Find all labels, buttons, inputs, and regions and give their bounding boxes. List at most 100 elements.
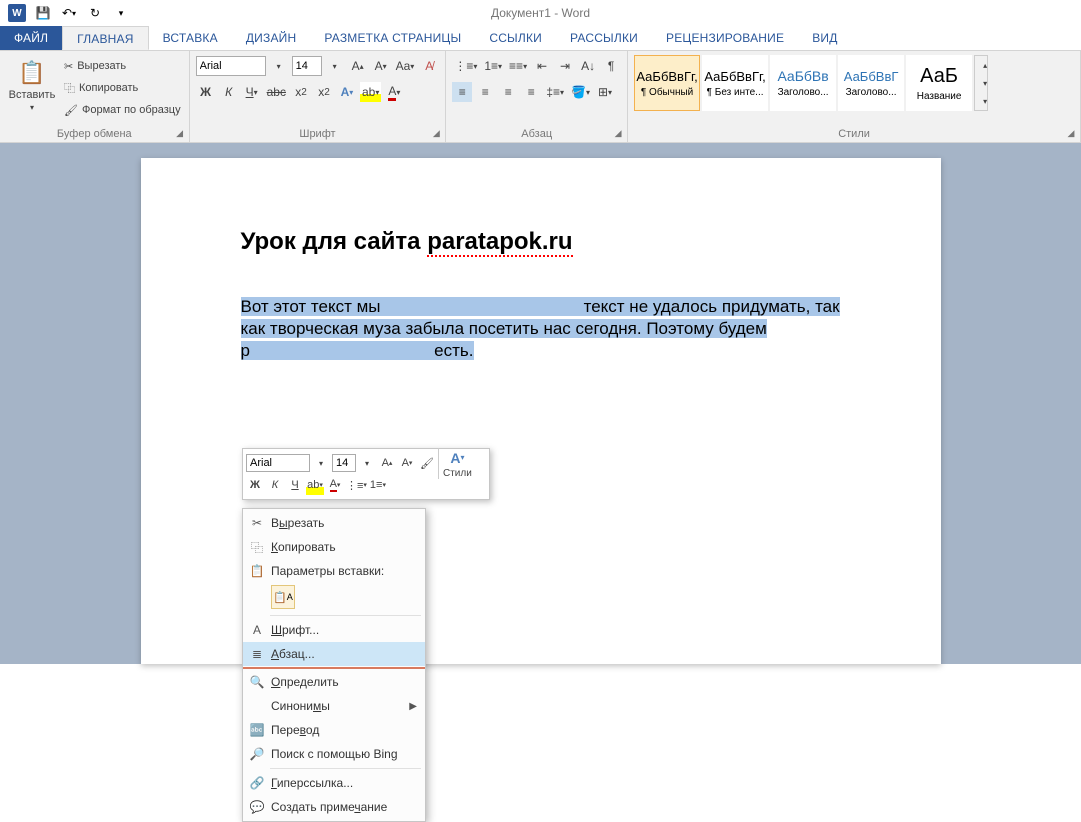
mini-shrink-font[interactable]: A▾ bbox=[398, 453, 416, 473]
tab-view[interactable]: ВИД bbox=[798, 26, 851, 50]
shrink-font-button[interactable]: A▾ bbox=[371, 56, 391, 76]
group-clipboard-label: Буфер обмена bbox=[6, 126, 183, 140]
styles-scroll-up[interactable]: ▴ bbox=[975, 56, 995, 74]
para-launcher[interactable]: ◢ bbox=[612, 127, 624, 139]
numbering-button[interactable]: 1≡▾ bbox=[482, 56, 504, 76]
sort-button[interactable]: A↓ bbox=[578, 56, 598, 76]
group-paragraph: ⋮≡▾ 1≡▾ ≡≡▾ ⇤ ⇥ A↓ ¶ ≡ ≡ ≡ ≡ ‡≡▾ 🪣▾ ⊞▾ А… bbox=[446, 51, 628, 142]
save-button[interactable]: 💾 bbox=[31, 2, 55, 24]
align-right-button[interactable]: ≡ bbox=[498, 82, 518, 102]
tab-review[interactable]: РЕЦЕНЗИРОВАНИЕ bbox=[652, 26, 798, 50]
paste-icon: 📋 bbox=[249, 564, 265, 578]
tab-insert[interactable]: ВСТАВКА bbox=[149, 26, 232, 50]
mini-font-color[interactable]: A▾ bbox=[326, 475, 344, 495]
font-color-button[interactable]: A▾ bbox=[384, 82, 404, 102]
styles-more-button[interactable]: ▾ bbox=[975, 92, 995, 110]
align-center-button[interactable]: ≡ bbox=[475, 82, 495, 102]
format-painter-button[interactable]: 🖌Формат по образцу bbox=[62, 99, 183, 121]
justify-button[interactable]: ≡ bbox=[521, 82, 541, 102]
tab-design[interactable]: ДИЗАЙН bbox=[232, 26, 311, 50]
mini-bold[interactable]: Ж bbox=[246, 475, 264, 495]
doc-heading[interactable]: Урок для сайта paratapok.ru bbox=[241, 228, 841, 256]
separator bbox=[243, 667, 425, 669]
increase-indent-button[interactable]: ⇥ bbox=[555, 56, 575, 76]
copy-icon: ⿻ bbox=[249, 539, 265, 556]
mini-highlight[interactable]: ab▾ bbox=[306, 475, 324, 495]
ctx-search-bing[interactable]: 🔎Поиск с помощью Bing bbox=[243, 742, 425, 766]
superscript-button[interactable]: x2 bbox=[314, 82, 334, 102]
ctx-copy[interactable]: ⿻Копировать bbox=[243, 535, 425, 559]
mini-font-name[interactable] bbox=[246, 454, 310, 472]
font-launcher[interactable]: ◢ bbox=[430, 127, 442, 139]
font-icon: A bbox=[249, 623, 265, 637]
mini-grow-font[interactable]: A▴ bbox=[378, 453, 396, 473]
text-effects-button[interactable]: A▾ bbox=[337, 82, 357, 102]
ctx-translate[interactable]: 🔤Перевод bbox=[243, 718, 425, 742]
font-size-dropdown[interactable]: ▾ bbox=[325, 56, 345, 76]
tab-mailings[interactable]: РАССЫЛКИ bbox=[556, 26, 652, 50]
cut-button[interactable]: ✂Вырезать bbox=[62, 55, 183, 77]
scissors-icon: ✂ bbox=[64, 60, 73, 73]
clear-format-button[interactable]: A̸ bbox=[419, 56, 439, 76]
show-marks-button[interactable]: ¶ bbox=[601, 56, 621, 76]
style-title[interactable]: АаБ Название bbox=[906, 55, 972, 111]
line-spacing-button[interactable]: ‡≡▾ bbox=[544, 82, 566, 102]
paste-keep-source[interactable]: 📋A bbox=[271, 585, 295, 609]
tab-layout[interactable]: РАЗМЕТКА СТРАНИЦЫ bbox=[310, 26, 475, 50]
doc-body[interactable]: Вот этот текст мы текст не удалось приду… bbox=[241, 296, 841, 362]
mini-bullets[interactable]: ⋮≡▾ bbox=[346, 475, 367, 495]
selected-text[interactable]: Вот этот текст мы текст не удалось приду… bbox=[241, 297, 840, 360]
style-no-spacing[interactable]: АаБбВвГг, ¶ Без инте... bbox=[702, 55, 768, 111]
mini-styles-button[interactable]: A▾ bbox=[443, 448, 472, 468]
ctx-cut[interactable]: ✂Вырезать bbox=[243, 511, 425, 535]
styles-launcher[interactable]: ◢ bbox=[1065, 127, 1077, 139]
style-heading1[interactable]: АаБбВв Заголово... bbox=[770, 55, 836, 111]
window-title: Документ1 - Word bbox=[491, 6, 590, 20]
subscript-button[interactable]: x2 bbox=[291, 82, 311, 102]
highlight-button[interactable]: ab▾ bbox=[360, 82, 381, 102]
undo-button[interactable]: ↶▾ bbox=[57, 2, 81, 24]
tab-home[interactable]: ГЛАВНАЯ bbox=[62, 26, 148, 50]
ctx-paste-options: 📋A bbox=[243, 583, 425, 613]
font-size-input[interactable] bbox=[292, 56, 322, 76]
mini-format-painter[interactable]: 🖌 bbox=[418, 453, 436, 473]
qat-customize-button[interactable]: ▾ bbox=[109, 2, 133, 24]
font-name-dropdown[interactable]: ▾ bbox=[269, 56, 289, 76]
style-heading2[interactable]: АаБбВвГ Заголово... bbox=[838, 55, 904, 111]
style-normal[interactable]: АаБбВвГг, ¶ Обычный bbox=[634, 55, 700, 111]
multilevel-button[interactable]: ≡≡▾ bbox=[507, 56, 529, 76]
mini-font-dd[interactable]: ▾ bbox=[312, 453, 330, 473]
mini-font-size[interactable] bbox=[332, 454, 356, 472]
mini-numbering[interactable]: 1≡▾ bbox=[369, 475, 387, 495]
underline-button[interactable]: Ч▾ bbox=[242, 82, 262, 102]
ctx-define[interactable]: 🔍Определить bbox=[243, 670, 425, 694]
styles-scroll-down[interactable]: ▾ bbox=[975, 74, 995, 92]
grow-font-button[interactable]: A▴ bbox=[348, 56, 368, 76]
decrease-indent-button[interactable]: ⇤ bbox=[532, 56, 552, 76]
ctx-synonyms[interactable]: Синонимы▶ bbox=[243, 694, 425, 718]
copy-button[interactable]: ⿻Копировать bbox=[62, 77, 183, 99]
ctx-font[interactable]: AШрифт... bbox=[243, 618, 425, 642]
ctx-hyperlink[interactable]: 🔗Гиперссылка... bbox=[243, 771, 425, 795]
shading-button[interactable]: 🪣▾ bbox=[569, 82, 592, 102]
clipboard-launcher[interactable]: ◢ bbox=[174, 127, 186, 139]
redo-button[interactable]: ↻ bbox=[83, 2, 107, 24]
change-case-button[interactable]: Aa▾ bbox=[394, 56, 417, 76]
mini-underline[interactable]: Ч bbox=[286, 475, 304, 495]
borders-button[interactable]: ⊞▾ bbox=[595, 82, 615, 102]
spelling-error[interactable]: paratapok.ru bbox=[427, 228, 572, 257]
strike-button[interactable]: abc bbox=[265, 82, 288, 102]
mini-size-dd[interactable]: ▾ bbox=[358, 453, 376, 473]
tab-file[interactable]: ФАЙЛ bbox=[0, 26, 62, 50]
italic-button[interactable]: К bbox=[219, 82, 239, 102]
paste-button[interactable]: 📋 Вставить▾ bbox=[6, 55, 58, 121]
tab-references[interactable]: ССЫЛКИ bbox=[475, 26, 556, 50]
bold-button[interactable]: Ж bbox=[196, 82, 216, 102]
font-name-input[interactable] bbox=[196, 56, 266, 76]
align-left-button[interactable]: ≡ bbox=[452, 82, 472, 102]
ribbon-tabs: ФАЙЛ ГЛАВНАЯ ВСТАВКА ДИЗАЙН РАЗМЕТКА СТР… bbox=[0, 26, 1081, 51]
ctx-paragraph[interactable]: ≣Абзац... bbox=[243, 642, 425, 666]
ctx-new-comment[interactable]: 💬Создать примечание bbox=[243, 795, 425, 819]
bullets-button[interactable]: ⋮≡▾ bbox=[452, 56, 479, 76]
mini-italic[interactable]: К bbox=[266, 475, 284, 495]
